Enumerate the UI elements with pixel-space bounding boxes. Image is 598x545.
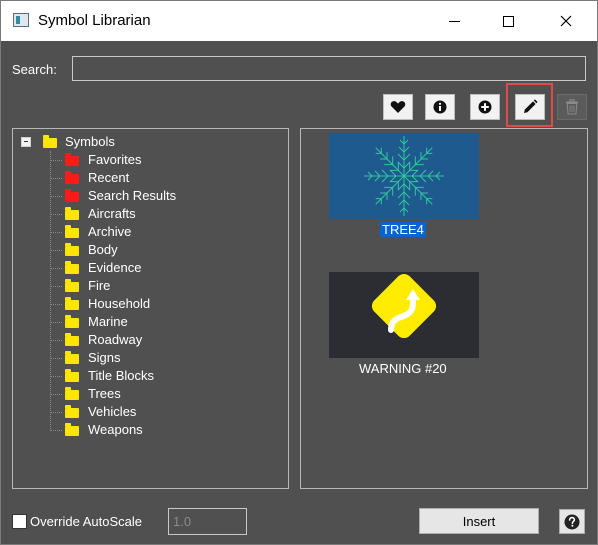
folder-icon: [65, 207, 79, 220]
tree-item-label: Archive: [88, 224, 132, 239]
tree-item-label: Vehicles: [88, 404, 137, 419]
window-title: Symbol Librarian: [38, 12, 151, 29]
add-icon: [478, 100, 492, 114]
search-input[interactable]: [72, 56, 586, 81]
tree-item-label: Trees: [88, 386, 121, 401]
folder-icon: [65, 261, 79, 274]
title-bar[interactable]: Symbol Librarian: [1, 1, 597, 41]
symbol-librarian-window: Symbol Librarian Search: Symbols Favorit…: [0, 0, 598, 545]
folder-icon: [65, 243, 79, 256]
tree-item-label: Household: [88, 296, 151, 311]
folder-icon: [65, 351, 79, 364]
info-button[interactable]: [425, 94, 455, 120]
folder-icon: [65, 279, 79, 292]
collapse-icon[interactable]: [21, 137, 31, 147]
override-autoscale-label[interactable]: Override AutoScale: [30, 514, 142, 529]
curve-warning-sign-icon: [371, 273, 437, 339]
folder-icon: [65, 297, 79, 310]
insert-button[interactable]: Insert: [419, 508, 539, 534]
tree-root-label: Symbols: [65, 134, 115, 149]
help-icon: [564, 514, 580, 529]
category-tree[interactable]: Symbols Favorites Recent Search Results …: [12, 128, 289, 489]
tree-item-label: Fire: [88, 278, 111, 293]
symbol-thumbnail-tree4[interactable]: [329, 133, 479, 219]
tree-item-label: Recent: [88, 170, 130, 185]
close-icon: [560, 15, 572, 27]
trash-icon: [566, 99, 578, 115]
tree-item-label: Roadway: [88, 332, 143, 347]
folder-icon: [65, 369, 79, 382]
folder-icon: [65, 405, 79, 418]
folder-icon: [65, 189, 79, 202]
edit-button-highlight: [506, 83, 553, 127]
folder-icon: [65, 153, 79, 166]
folder-icon: [65, 387, 79, 400]
open-folder-icon: [65, 171, 79, 184]
symbol-thumbnail-warning-20[interactable]: [329, 272, 479, 358]
add-symbol-button[interactable]: [470, 94, 500, 120]
tree-connector: [50, 151, 51, 429]
folder-icon: [65, 423, 79, 436]
info-icon: [433, 100, 447, 114]
tree-item-label: Marine: [88, 314, 128, 329]
autoscale-value-input[interactable]: [168, 508, 247, 535]
search-label: Search:: [12, 62, 57, 77]
symbol-grid[interactable]: TREE4 WARNING #20: [300, 128, 588, 489]
heart-icon: [390, 101, 406, 113]
favorite-button[interactable]: [383, 94, 413, 120]
tree-item-label: Body: [88, 242, 118, 257]
override-autoscale-checkbox[interactable]: [12, 514, 27, 529]
minimize-button[interactable]: [431, 1, 477, 41]
tree-item-label: Weapons: [88, 422, 143, 437]
tree-item-label: Signs: [88, 350, 121, 365]
tree-item-label: Favorites: [88, 152, 142, 167]
maximize-button[interactable]: [485, 1, 531, 41]
folder-icon: [65, 225, 79, 238]
app-icon: [13, 13, 29, 27]
tree-symbol-icon: [363, 136, 445, 217]
folder-icon: [65, 315, 79, 328]
maximize-icon: [502, 15, 514, 27]
close-button[interactable]: [543, 1, 589, 41]
symbol-label[interactable]: TREE4: [380, 222, 426, 237]
tree-item-label: Search Results: [88, 188, 177, 203]
folder-icon: [65, 333, 79, 346]
symbol-label[interactable]: WARNING #20: [357, 361, 449, 376]
folder-icon: [43, 135, 57, 148]
delete-symbol-button[interactable]: [557, 94, 587, 120]
tree-item-label: Title Blocks: [88, 368, 154, 383]
minimize-icon: [448, 20, 460, 22]
help-button[interactable]: [559, 509, 585, 534]
tree-item-label: Aircrafts: [88, 206, 136, 221]
tree-item-label: Evidence: [88, 260, 142, 275]
